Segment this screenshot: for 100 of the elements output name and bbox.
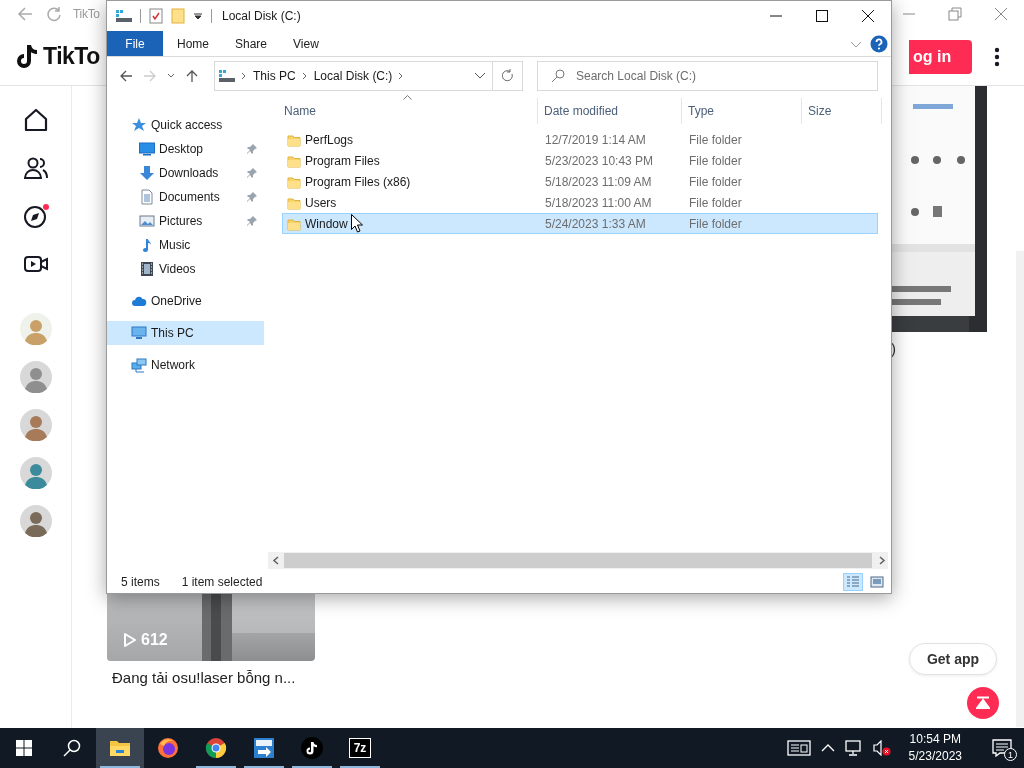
people-icon[interactable] — [22, 155, 49, 181]
archive-app-icon: 7z — [349, 738, 371, 758]
ribbon-tab[interactable]: View — [280, 31, 332, 56]
nav-item[interactable]: Music — [107, 233, 264, 257]
compass-icon[interactable] — [22, 203, 49, 229]
avatar[interactable] — [19, 457, 52, 489]
search-icon — [63, 739, 81, 757]
clock[interactable]: 10:54 PM 5/23/2023 — [900, 731, 970, 765]
network-icon[interactable] — [844, 740, 863, 756]
help-icon[interactable] — [870, 34, 888, 53]
file-type: File folder — [688, 216, 743, 231]
file-name: Users — [305, 195, 337, 210]
maximize-icon[interactable] — [814, 8, 830, 24]
clock-date: 5/23/2023 — [908, 748, 962, 765]
file-row[interactable]: Program Files 5/23/2023 10:43 PM File folder — [282, 150, 878, 171]
folder-icon — [287, 153, 301, 168]
network-icon — [131, 357, 147, 373]
home-icon[interactable] — [22, 107, 49, 133]
large-icons-view-button[interactable] — [867, 573, 887, 591]
file-row[interactable]: Program Files (x86) 5/18/2023 11:09 AM File folder — [282, 171, 878, 192]
column-header[interactable]: Name — [282, 98, 538, 124]
avatar[interactable] — [19, 361, 52, 393]
film-icon — [139, 261, 155, 277]
avatar[interactable] — [19, 409, 52, 441]
chevron-right-icon — [241, 72, 247, 80]
nav-item[interactable]: Desktop — [107, 137, 264, 161]
refresh-icon — [501, 69, 514, 83]
address-bar[interactable]: This PC Local Disk (C:) — [214, 61, 493, 91]
music-note-icon — [300, 736, 324, 760]
file-name: Program Files (x86) — [305, 174, 411, 189]
window-title: Local Disk (C:) — [222, 9, 301, 23]
date-modified: 5/24/2023 1:33 AM — [544, 216, 647, 231]
nav-item[interactable]: Documents — [107, 185, 264, 209]
nav-item[interactable]: Downloads — [107, 161, 264, 185]
horizontal-scrollbar[interactable] — [268, 552, 888, 569]
file-name: Program Files — [305, 153, 380, 168]
notification-button[interactable]: 1 — [980, 728, 1024, 768]
clock-time: 10:54 PM — [909, 731, 961, 748]
up-arrow-icon[interactable] — [185, 69, 199, 83]
file-row[interactable]: Window 5/24/2023 1:33 AM File folder — [282, 213, 878, 234]
date-modified: 12/7/2019 1:14 AM — [544, 132, 647, 147]
nav-item[interactable]: Quick access — [107, 113, 264, 137]
breadcrumb-item[interactable]: This PC — [253, 69, 296, 83]
avatar[interactable] — [19, 505, 52, 537]
back-arrow-icon[interactable] — [119, 69, 133, 83]
nav-item[interactable]: This PC — [107, 321, 264, 345]
taskbar-app[interactable]: 7z — [336, 728, 384, 768]
date-modified: 5/23/2023 10:43 PM — [544, 153, 655, 168]
desktop-icon — [139, 141, 155, 157]
get-app-button[interactable]: Get app — [909, 643, 997, 675]
close-icon[interactable] — [860, 8, 876, 24]
nav-item[interactable]: Videos — [107, 257, 264, 281]
notification-count: 1 — [1004, 748, 1017, 761]
download-icon — [139, 165, 155, 181]
video-caption[interactable]: Đang tải osu!laser bỗng n... — [112, 669, 296, 686]
star-icon — [131, 117, 147, 133]
muted-speaker-icon[interactable] — [872, 740, 891, 756]
nav-item[interactable]: Pictures — [107, 209, 264, 233]
column-header[interactable]: Date modified — [538, 98, 682, 124]
breadcrumb-item[interactable]: Local Disk (C:) — [313, 69, 393, 83]
folder-icon — [287, 132, 301, 147]
nav-item[interactable]: Network — [107, 353, 264, 377]
document-icon — [139, 189, 155, 205]
view-count: 612 — [141, 631, 168, 649]
arrow-up-icon — [976, 696, 990, 710]
file-row[interactable]: Users 5/18/2023 11:00 AM File folder — [282, 192, 878, 213]
properties-icon[interactable] — [149, 8, 163, 24]
sort-caret-icon — [403, 95, 412, 100]
dropdown-icon[interactable] — [193, 11, 203, 21]
ribbon-tab[interactable]: Home — [164, 31, 222, 56]
column-header[interactable]: Type — [682, 98, 802, 124]
ribbon-tab[interactable]: Share — [222, 31, 281, 56]
news-icon[interactable] — [786, 739, 811, 757]
chevron-down-icon[interactable] — [474, 72, 486, 80]
column-header[interactable]: Size — [802, 98, 882, 124]
login-button[interactable]: og in — [909, 39, 972, 74]
file-type: File folder — [688, 153, 743, 168]
item-count: 5 items — [121, 575, 160, 589]
search-icon — [551, 69, 565, 83]
ribbon-tab[interactable]: File — [107, 31, 163, 56]
mouse-pointer-icon — [351, 214, 363, 233]
message-icon — [992, 739, 1012, 757]
chevron-down-icon[interactable] — [167, 72, 175, 80]
play-icon — [123, 632, 137, 648]
computer-icon — [131, 325, 147, 341]
file-type: File folder — [688, 132, 743, 147]
scroll-to-top-button[interactable] — [967, 687, 999, 719]
chevron-right-icon — [398, 72, 405, 80]
remote-app-icon — [252, 736, 276, 760]
music-note-icon — [16, 43, 40, 70]
folder-icon — [287, 216, 301, 231]
refresh-button[interactable] — [493, 61, 523, 91]
nav-item[interactable]: OneDrive — [107, 289, 264, 313]
folder-icon — [287, 174, 301, 189]
chevron-up-icon[interactable] — [820, 743, 835, 753]
file-row[interactable]: PerfLogs 12/7/2019 1:14 AM File folder — [282, 129, 878, 150]
more-icon[interactable] — [994, 46, 1000, 67]
search-field[interactable]: Search Local Disk (C:) — [537, 61, 878, 91]
taskbar-app[interactable] — [96, 728, 144, 768]
picture-frame-icon — [139, 213, 155, 229]
